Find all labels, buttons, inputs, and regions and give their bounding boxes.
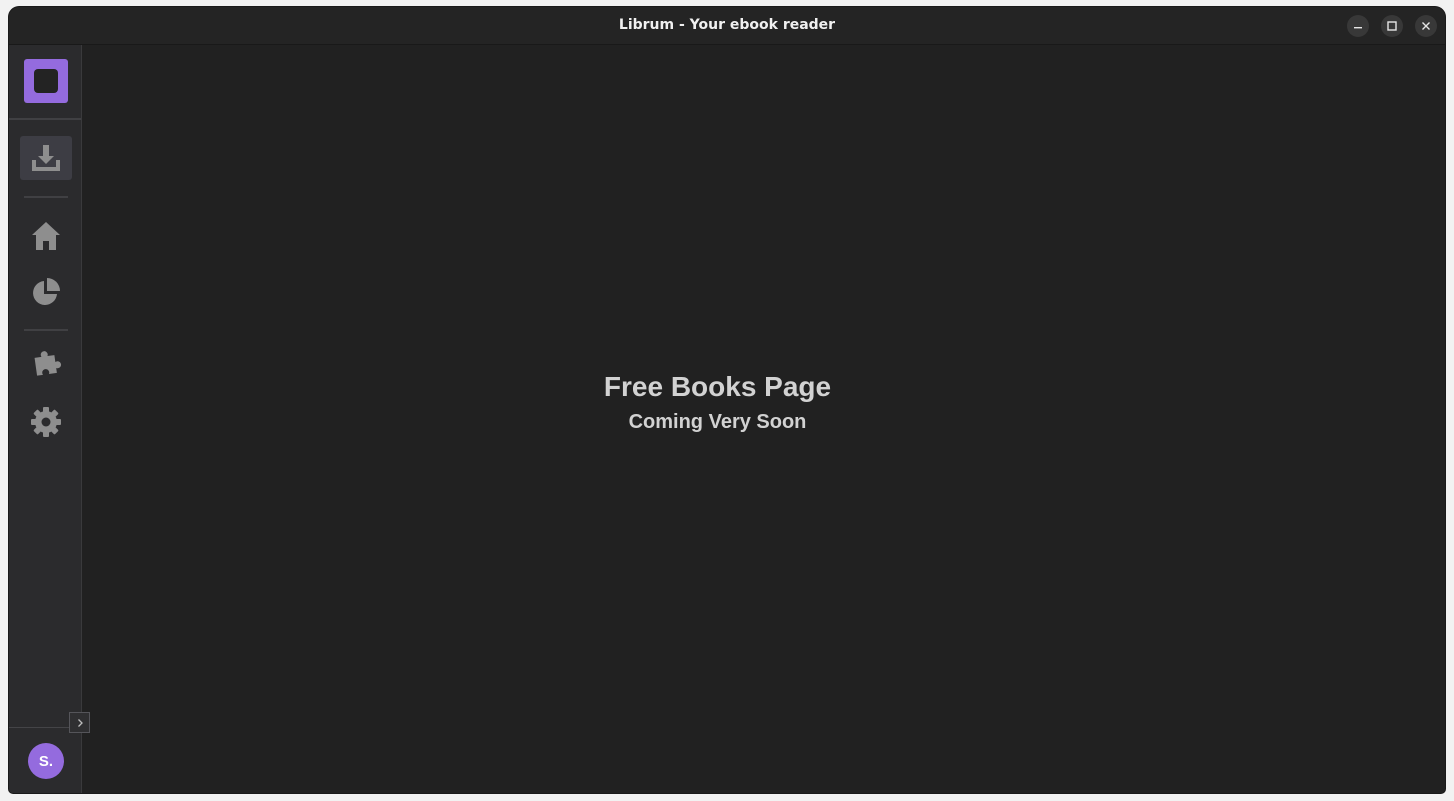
maximize-button[interactable]	[1381, 15, 1403, 37]
title-bar[interactable]: Librum - Your ebook reader	[9, 7, 1445, 45]
sidebar-item-free-books[interactable]	[20, 136, 72, 180]
avatar-initials: S.	[38, 752, 54, 770]
window-title: Librum - Your ebook reader	[618, 17, 836, 33]
maximize-icon	[1387, 21, 1397, 31]
librum-logo-icon[interactable]	[24, 59, 68, 103]
page-title: Free Books Page	[603, 371, 832, 402]
pie-chart-icon	[33, 278, 60, 305]
sidebar-divider	[9, 118, 81, 120]
page-subtitle: Coming Very Soon	[628, 411, 807, 433]
main-content: Free Books Page Coming Very Soon	[82, 45, 1445, 793]
sidebar-divider	[24, 196, 68, 198]
minimize-icon	[1354, 27, 1362, 29]
sidebar-item-home[interactable]	[20, 214, 72, 258]
home-icon	[32, 222, 60, 250]
app-window: Librum - Your ebook reader S. Free Books…	[9, 7, 1445, 793]
close-icon	[1422, 22, 1430, 30]
avatar[interactable]: S.	[28, 743, 64, 779]
close-button[interactable]	[1415, 15, 1437, 37]
chevron-right-icon	[77, 718, 83, 727]
expand-sidebar-button[interactable]	[69, 712, 90, 733]
sidebar-divider	[24, 329, 68, 331]
logo-inner-square	[34, 69, 58, 93]
sidebar-item-statistics[interactable]	[20, 270, 72, 314]
minimize-button[interactable]	[1347, 15, 1369, 37]
download-icon	[32, 145, 60, 171]
